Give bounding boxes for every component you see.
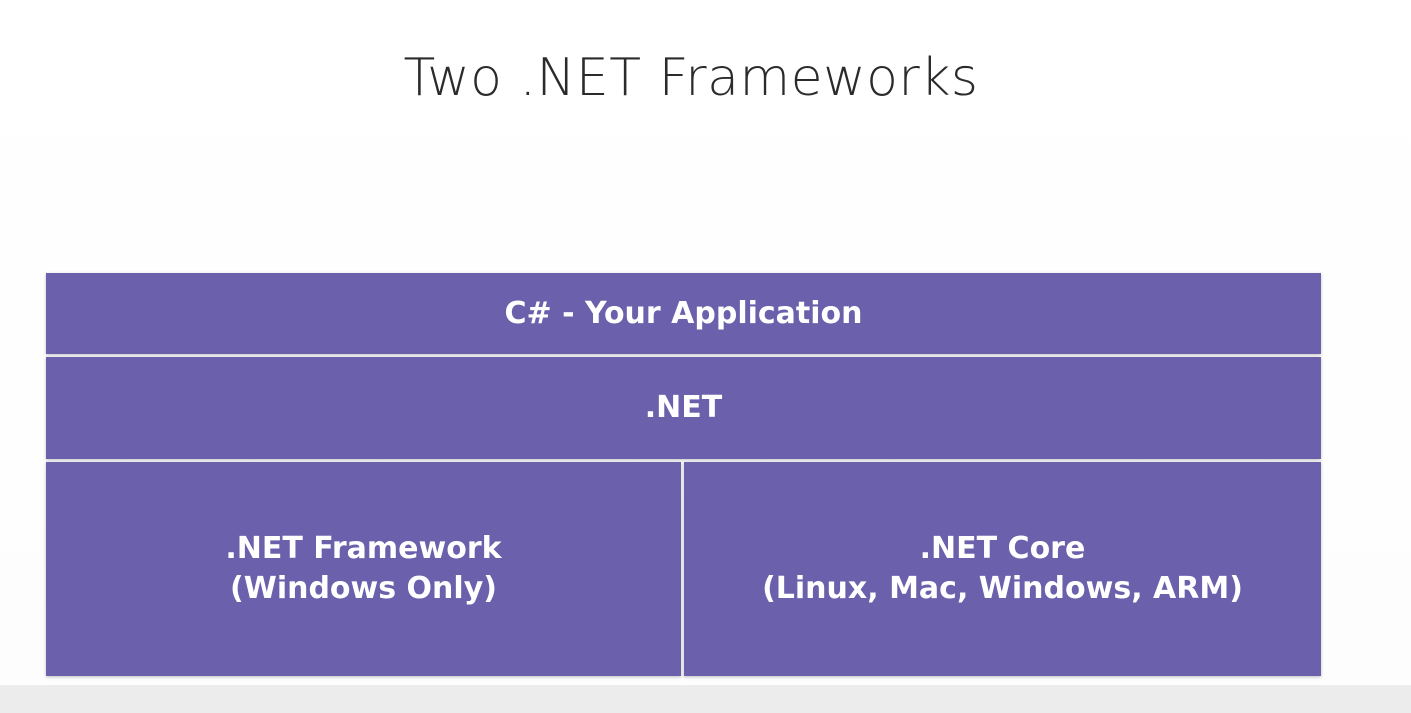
player-bottom-bar [0,685,1411,713]
net-core-platforms: (Linux, Mac, Windows, ARM) [762,571,1243,606]
net-core-name: .NET Core [919,531,1086,566]
slide: Two .NET Frameworks C# - Your Applicatio… [0,0,1411,685]
net-framework-platforms: (Windows Only) [230,571,497,606]
app-layer-label: C# - Your Application [504,295,863,331]
net-core-text: .NET Core (Linux, Mac, Windows, ARM) [762,529,1243,609]
net-layer-block: .NET [46,357,1321,459]
net-layer-label: .NET [644,390,723,425]
app-layer-block: C# - Your Application [46,273,1321,354]
net-framework-text: .NET Framework (Windows Only) [225,529,501,609]
net-core-block: .NET Core (Linux, Mac, Windows, ARM) [684,462,1321,676]
slide-title: Two .NET Frameworks [403,48,979,108]
net-framework-name: .NET Framework [225,531,502,566]
net-framework-block: .NET Framework (Windows Only) [46,462,681,676]
